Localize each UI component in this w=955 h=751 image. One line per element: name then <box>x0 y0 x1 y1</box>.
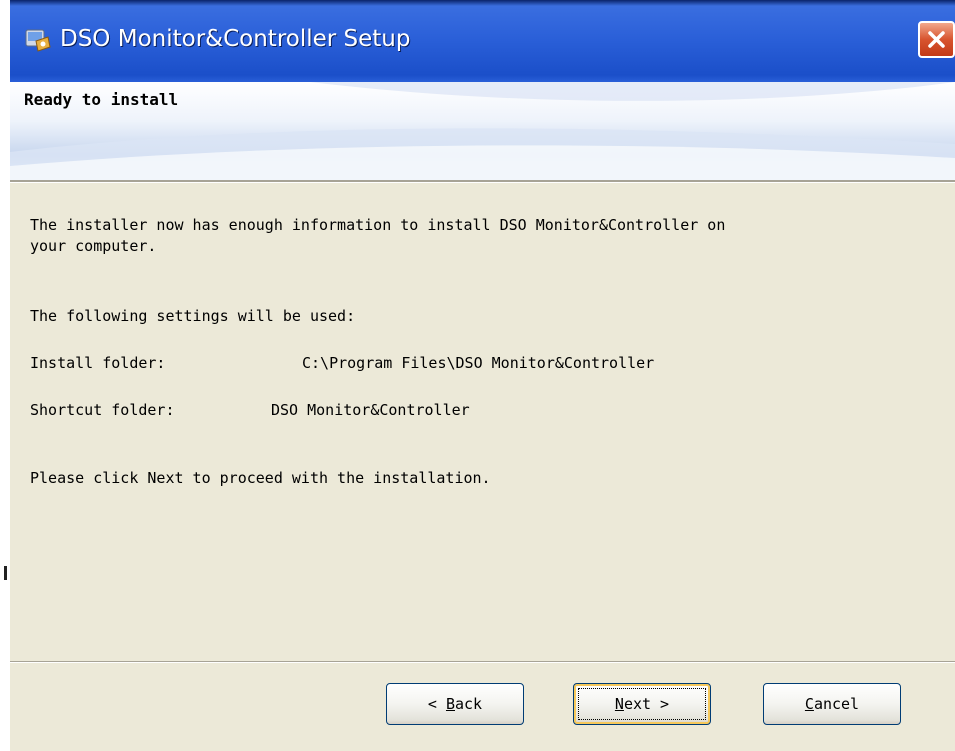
setup-window: DSO Monitor&Controller Setup Ready to in… <box>10 0 955 751</box>
cancel-button-label: Cancel <box>804 695 860 713</box>
title-bar[interactable]: DSO Monitor&Controller Setup <box>10 0 955 82</box>
back-button-label: < Back <box>427 695 483 713</box>
close-button[interactable] <box>918 21 955 58</box>
cancel-button[interactable]: Cancel <box>763 683 901 725</box>
intro-line-1: The installer now has enough information… <box>30 216 726 234</box>
header-banner: Ready to install <box>10 82 955 180</box>
next-button[interactable]: Next > <box>573 683 711 725</box>
footer-divider <box>10 661 955 663</box>
back-button[interactable]: < Back <box>386 683 524 725</box>
proceed-instruction: Please click Next to proceed with the in… <box>30 469 491 487</box>
shortcut-folder-value: DSO Monitor&Controller <box>271 401 470 419</box>
intro-line-2: your computer. <box>30 237 157 255</box>
window-edge-mark <box>4 566 7 580</box>
install-folder-label: Install folder: <box>30 354 166 372</box>
installer-app-icon <box>24 27 52 53</box>
close-x-icon <box>928 31 945 48</box>
shortcut-folder-label: Shortcut folder: <box>30 401 175 419</box>
window-title: DSO Monitor&Controller Setup <box>60 26 411 52</box>
install-folder-value: C:\Program Files\DSO Monitor&Controller <box>302 354 655 372</box>
settings-heading: The following settings will be used: <box>30 307 356 325</box>
banner-divider <box>10 180 955 183</box>
page-heading: Ready to install <box>24 90 179 109</box>
focus-rectangle <box>578 688 706 720</box>
